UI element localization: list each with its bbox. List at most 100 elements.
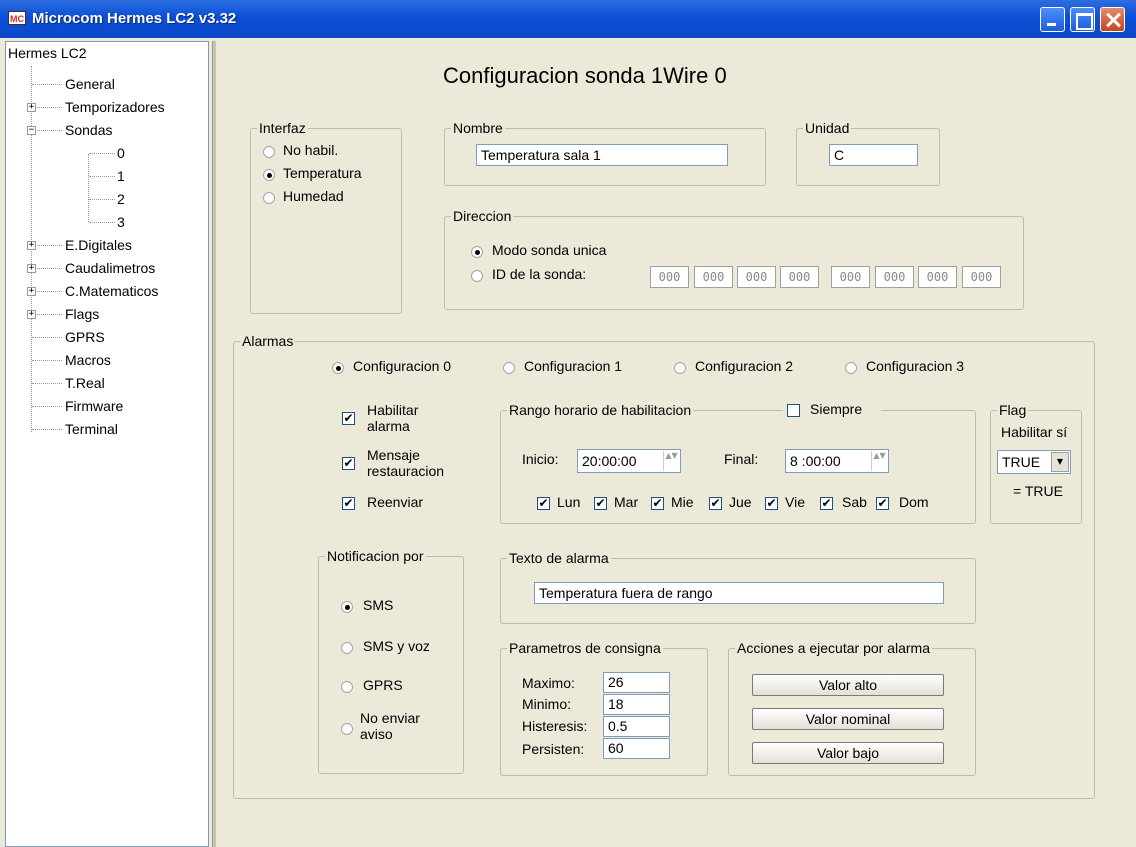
interfaz-no-habil-radio[interactable] xyxy=(263,146,275,158)
final-time-input[interactable]: 8 :00:00 ▲▼ xyxy=(785,449,889,473)
expand-icon[interactable]: + xyxy=(27,310,36,319)
id-byte-field[interactable]: 000 xyxy=(737,266,776,288)
tree-item-firmware[interactable]: Firmware xyxy=(65,398,123,414)
interfaz-humedad-radio[interactable] xyxy=(263,192,275,204)
dia-mar-checkbox[interactable]: ✔ xyxy=(594,497,607,510)
expand-icon[interactable]: + xyxy=(27,241,36,250)
notif-sms-label: SMS xyxy=(363,597,394,613)
dia-lun-label: Lun xyxy=(557,494,581,510)
tree-item-treal[interactable]: T.Real xyxy=(65,375,105,391)
maximize-button[interactable] xyxy=(1070,7,1095,32)
dia-jue-checkbox[interactable]: ✔ xyxy=(709,497,722,510)
reenviar-label: Reenviar xyxy=(367,494,424,510)
dia-vie-checkbox[interactable]: ✔ xyxy=(765,497,778,510)
configuracion-3-radio[interactable] xyxy=(845,362,857,374)
tree-item-macros[interactable]: Macros xyxy=(65,352,111,368)
expand-icon[interactable]: + xyxy=(27,264,36,273)
modo-sonda-unica-radio[interactable] xyxy=(471,246,483,258)
tree-item-sonda-0[interactable]: 0 xyxy=(117,145,125,161)
notif-no-enviar-label-line1: No enviar xyxy=(360,710,420,726)
siempre-checkbox[interactable] xyxy=(787,404,800,417)
notif-no-enviar-radio[interactable] xyxy=(341,723,353,735)
flag-habilitar-label: Habilitar sí xyxy=(1001,424,1068,440)
histeresis-input[interactable]: 0.5 xyxy=(603,716,670,737)
tree-line xyxy=(32,107,62,108)
tree-item-temporizadores[interactable]: Temporizadores xyxy=(65,99,165,115)
tree-item-edigitales[interactable]: E.Digitales xyxy=(65,237,132,253)
tree-root[interactable]: Hermes LC2 xyxy=(8,45,87,61)
id-byte-field[interactable]: 000 xyxy=(831,266,870,288)
dia-lun-checkbox[interactable]: ✔ xyxy=(537,497,550,510)
inicio-spin-arrows-icon[interactable]: ▲▼ xyxy=(663,451,679,471)
interfaz-legend: Interfaz xyxy=(259,120,306,136)
tree-item-caudalimetros[interactable]: Caudalimetros xyxy=(65,260,155,276)
interfaz-temperatura-radio[interactable] xyxy=(263,169,275,181)
configuracion-2-radio[interactable] xyxy=(674,362,686,374)
habilitar-alarma-checkbox[interactable]: ✔ xyxy=(342,412,355,425)
configuracion-1-radio[interactable] xyxy=(503,362,515,374)
dia-sab-checkbox[interactable]: ✔ xyxy=(820,497,833,510)
reenviar-checkbox[interactable]: ✔ xyxy=(342,497,355,510)
valor-alto-button[interactable]: Valor alto xyxy=(752,674,944,696)
nombre-input[interactable]: Temperatura sala 1 xyxy=(476,144,728,166)
interfaz-temperatura-label: Temperatura xyxy=(283,165,362,181)
flag-result: = TRUE xyxy=(1013,483,1063,499)
id-byte-field[interactable]: 000 xyxy=(918,266,957,288)
acciones-legend: Acciones a ejecutar por alarma xyxy=(737,640,930,656)
id-byte-field[interactable]: 000 xyxy=(694,266,733,288)
dia-mie-checkbox[interactable]: ✔ xyxy=(651,497,664,510)
tree-item-sonda-3[interactable]: 3 xyxy=(117,214,125,230)
configuracion-0-radio[interactable] xyxy=(332,362,344,374)
tree-item-sonda-2[interactable]: 2 xyxy=(117,191,125,207)
notificacion-legend: Notificacion por xyxy=(327,548,424,564)
valor-nominal-button[interactable]: Valor nominal xyxy=(752,708,944,730)
mensaje-restauracion-checkbox[interactable]: ✔ xyxy=(342,457,355,470)
tree-item-sondas[interactable]: Sondas xyxy=(65,122,112,138)
direccion-group: Direccion xyxy=(444,208,1024,310)
mensaje-restauracion-label: Mensaje restauracion xyxy=(367,447,444,479)
unidad-input[interactable]: C xyxy=(829,144,918,166)
inicio-time-input[interactable]: 20:00:00 ▲▼ xyxy=(577,449,681,473)
maximo-input[interactable]: 26 xyxy=(603,672,670,693)
window-title: Microcom Hermes LC2 v3.32 xyxy=(32,10,237,27)
collapse-icon[interactable]: − xyxy=(27,126,36,135)
minimo-input[interactable]: 18 xyxy=(603,694,670,715)
unidad-legend: Unidad xyxy=(805,120,850,136)
dia-dom-checkbox[interactable]: ✔ xyxy=(876,497,889,510)
final-label: Final: xyxy=(724,451,759,467)
configuracion-1-label: Configuracion 1 xyxy=(524,358,623,374)
id-sonda-radio[interactable] xyxy=(471,270,483,282)
notif-gprs-radio[interactable] xyxy=(341,681,353,693)
id-byte-field[interactable]: 000 xyxy=(962,266,1001,288)
tree-line xyxy=(32,84,62,85)
tree-item-gprs[interactable]: GPRS xyxy=(65,329,105,345)
interfaz-humedad-label: Humedad xyxy=(283,188,344,204)
notif-sms-voz-radio[interactable] xyxy=(341,642,353,654)
flag-select[interactable]: TRUE ▼ xyxy=(997,450,1071,474)
tree-line xyxy=(88,154,89,222)
tree-item-flags[interactable]: Flags xyxy=(65,306,99,322)
id-byte-field[interactable]: 000 xyxy=(650,266,689,288)
tree-item-general[interactable]: General xyxy=(65,76,115,92)
notif-no-enviar-label-line2: aviso xyxy=(360,726,393,742)
valor-bajo-button[interactable]: Valor bajo xyxy=(752,742,944,764)
notif-sms-radio[interactable] xyxy=(341,601,353,613)
persisten-input[interactable]: 60 xyxy=(603,738,670,759)
flag-legend: Flag xyxy=(999,402,1027,418)
close-button[interactable] xyxy=(1100,7,1125,32)
minimize-button[interactable] xyxy=(1040,7,1065,32)
tree-item-sonda-1[interactable]: 1 xyxy=(117,168,125,184)
id-byte-field[interactable]: 000 xyxy=(780,266,819,288)
minimo-label: Minimo: xyxy=(522,696,572,712)
persisten-label: Persisten: xyxy=(522,741,585,757)
expand-icon[interactable]: + xyxy=(27,287,36,296)
tree-item-terminal[interactable]: Terminal xyxy=(65,421,118,437)
id-byte-field[interactable]: 000 xyxy=(875,266,914,288)
expand-icon[interactable]: + xyxy=(27,103,36,112)
final-spin-arrows-icon[interactable]: ▲▼ xyxy=(871,451,887,471)
texto-alarma-input[interactable]: Temperatura fuera de rango xyxy=(534,582,944,604)
tree-item-cmatematicos[interactable]: C.Matematicos xyxy=(65,283,158,299)
tree-line xyxy=(32,383,62,384)
splitter[interactable] xyxy=(212,41,216,847)
chevron-down-icon[interactable]: ▼ xyxy=(1051,452,1069,472)
